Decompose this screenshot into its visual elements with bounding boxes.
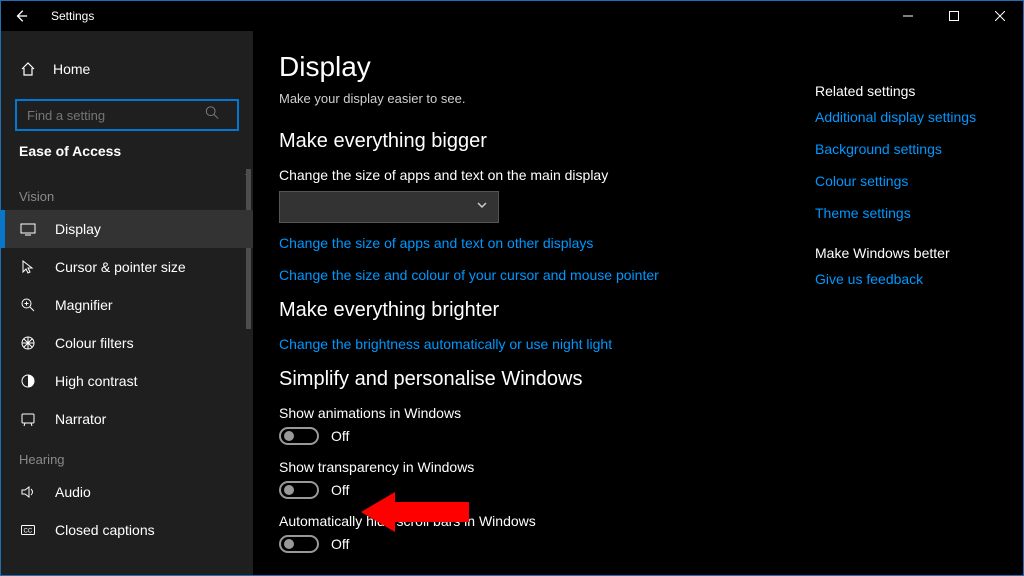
nav-label: Cursor & pointer size [55, 259, 186, 275]
arrow-left-icon [14, 9, 28, 23]
minimize-button[interactable] [885, 1, 931, 31]
nav-narrator[interactable]: Narrator [1, 400, 253, 438]
high-contrast-icon [19, 372, 37, 390]
search-wrap [15, 99, 239, 131]
link-colour-settings[interactable]: Colour settings [815, 173, 1005, 189]
related-settings-heading: Related settings [815, 83, 1005, 99]
back-button[interactable] [9, 4, 33, 28]
display-scale-dropdown[interactable] [279, 191, 499, 223]
toggle-animations[interactable] [279, 427, 319, 445]
section-simplify-heading: Simplify and personalise Windows [279, 368, 795, 391]
close-button[interactable] [977, 1, 1023, 31]
link-additional-display-settings[interactable]: Additional display settings [815, 109, 1005, 125]
nav-label: Audio [55, 484, 91, 500]
close-icon [995, 11, 1005, 21]
titlebar: Settings [1, 1, 1023, 31]
toggle-row-scrollbars: Automatically hide scroll bars in Window… [279, 513, 795, 553]
toggle-state: Off [331, 482, 349, 498]
section-brighter-heading: Make everything brighter [279, 299, 795, 322]
link-give-feedback[interactable]: Give us feedback [815, 271, 1005, 287]
page-subtitle: Make your display easier to see. [279, 91, 795, 106]
narrator-icon [19, 410, 37, 428]
minimize-icon [903, 11, 913, 21]
nav-label: Display [55, 221, 101, 237]
sidebar: Home Ease of Access ▲ Vision Display [1, 31, 253, 575]
nav-label: Narrator [55, 411, 106, 427]
toggle-scrollbars[interactable] [279, 535, 319, 553]
category-hearing: Hearing [1, 438, 253, 473]
toggle-label: Show transparency in Windows [279, 459, 795, 475]
nav-display[interactable]: Display [1, 210, 253, 248]
chevron-down-icon [476, 198, 488, 216]
window-title: Settings [51, 9, 94, 23]
link-night-light[interactable]: Change the brightness automatically or u… [279, 336, 795, 352]
link-background-settings[interactable]: Background settings [815, 141, 1005, 157]
settings-window: Settings Home [0, 0, 1024, 576]
toggle-state: Off [331, 536, 349, 552]
maximize-button[interactable] [931, 1, 977, 31]
svg-text:CC: CC [24, 529, 33, 535]
feedback-heading: Make Windows better [815, 245, 1005, 261]
nav-closed-captions[interactable]: CC Closed captions [1, 511, 253, 549]
section-bigger-heading: Make everything bigger [279, 130, 795, 153]
display-icon [19, 220, 37, 238]
home-icon [19, 60, 37, 78]
right-column: Related settings Additional display sett… [815, 31, 1023, 575]
link-other-displays[interactable]: Change the size of apps and text on othe… [279, 235, 795, 251]
cc-icon: CC [19, 521, 37, 539]
maximize-icon [949, 11, 959, 21]
sidebar-scroll: ▲ Vision Display Cursor & pointer size M… [1, 169, 253, 575]
nav-label: Magnifier [55, 297, 113, 313]
home-label: Home [53, 61, 90, 77]
nav-magnifier[interactable]: Magnifier [1, 286, 253, 324]
nav-label: High contrast [55, 373, 137, 389]
content: Display Make your display easier to see.… [253, 31, 815, 575]
nav-cursor-pointer-size[interactable]: Cursor & pointer size [1, 248, 253, 286]
nav-high-contrast[interactable]: High contrast [1, 362, 253, 400]
category-vision: Vision [1, 175, 253, 210]
nav-label: Colour filters [55, 335, 134, 351]
toggle-state: Off [331, 428, 349, 444]
home-button[interactable]: Home [1, 49, 253, 89]
magnifier-icon [19, 296, 37, 314]
breadcrumb: Ease of Access [1, 143, 253, 169]
cursor-icon [19, 258, 37, 276]
display-scale-label: Change the size of apps and text on the … [279, 167, 795, 183]
main: Display Make your display easier to see.… [253, 31, 1023, 575]
link-cursor-colour[interactable]: Change the size and colour of your curso… [279, 267, 795, 283]
nav-audio[interactable]: Audio [1, 473, 253, 511]
nav-colour-filters[interactable]: Colour filters [1, 324, 253, 362]
link-theme-settings[interactable]: Theme settings [815, 205, 1005, 221]
toggle-transparency[interactable] [279, 481, 319, 499]
toggle-row-animations: Show animations in Windows Off [279, 405, 795, 445]
toggle-row-transparency: Show transparency in Windows Off [279, 459, 795, 499]
page-title: Display [279, 51, 795, 83]
nav-label: Closed captions [55, 522, 155, 538]
toggle-label: Automatically hide scroll bars in Window… [279, 513, 795, 529]
toggle-label: Show animations in Windows [279, 405, 795, 421]
colour-filters-icon [19, 334, 37, 352]
audio-icon [19, 483, 37, 501]
search-icon [205, 106, 219, 125]
